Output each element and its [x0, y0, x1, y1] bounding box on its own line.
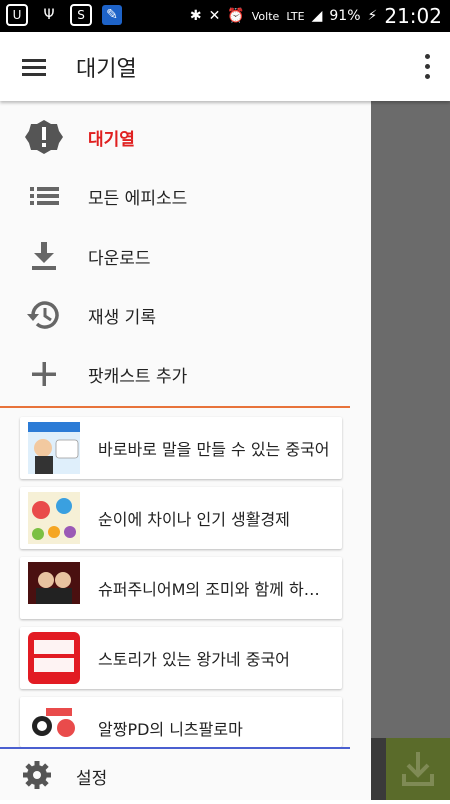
podcast-title: 스토리가 있는 왕가네 중국어 [98, 650, 290, 669]
download-icon [32, 242, 56, 270]
alarm-icon: ⏰ [227, 8, 245, 24]
app-notification-icon: U [6, 4, 28, 26]
nav-item-label: 재생 기록 [88, 308, 156, 328]
section-divider [0, 406, 350, 408]
settings-item[interactable]: 설정 [0, 749, 371, 800]
nav-item-history[interactable]: 재생 기록 [0, 285, 350, 343]
navigation-drawer: 대기열 모든 에피소드 다운로드 재생 기록 팟캐스트 추가 바로바로 말을 만… [0, 101, 371, 800]
tool-notification-icon: ✎ [102, 5, 122, 25]
usb-icon: Ψ [43, 7, 55, 23]
settings-label: 설정 [76, 769, 108, 789]
drawer-scrim[interactable] [371, 101, 450, 800]
nav-item-all-episodes[interactable]: 모든 에피소드 [0, 166, 350, 224]
list-icon [30, 187, 59, 205]
add-icon [32, 362, 56, 386]
mute-icon: ✕ [208, 8, 221, 24]
podcast-title: 순이에 차이나 인기 생활경제 [98, 510, 290, 529]
bluetooth-icon: ✱ [189, 8, 202, 24]
podcast-thumbnail [28, 422, 80, 474]
download-icon [402, 752, 434, 786]
nav-item-queue[interactable]: 대기열 [0, 107, 350, 165]
volte-icon: Volte [251, 9, 280, 23]
status-bar: U Ψ S ✎ ✱ ✕ ⏰ Volte LTE ◢ 91% ⚡ 21:02 [0, 0, 450, 32]
nav-item-add-podcast[interactable]: 팟캐스트 추가 [0, 344, 350, 402]
podcast-card[interactable]: 바로바로 말을 만들 수 있는 중국어 [20, 417, 342, 479]
podcast-thumbnail [28, 632, 80, 684]
page-title: 대기열 [76, 57, 137, 82]
podcast-title: 슈퍼주니어M의 조미와 함께 하는 중국어 [98, 580, 334, 599]
s-notification-icon: S [70, 4, 92, 26]
nav-item-label: 모든 에피소드 [88, 189, 188, 209]
signal-icon: ◢ [311, 8, 323, 24]
podcast-card[interactable]: 순이에 차이나 인기 생활경제 [20, 487, 342, 549]
battery-percent: 91% [329, 8, 361, 24]
history-icon [27, 301, 59, 329]
podcast-card[interactable]: 알짱PD의 니츠팔로마 [20, 697, 342, 747]
notification-icons: U Ψ S ✎ [6, 4, 122, 26]
network-label: LTE [286, 9, 305, 23]
podcast-title: 바로바로 말을 만들 수 있는 중국어 [98, 440, 330, 459]
nav-item-label: 팟캐스트 추가 [88, 367, 188, 387]
podcast-title: 알짱PD의 니츠팔로마 [98, 720, 243, 739]
podcast-thumbnail [28, 702, 80, 747]
podcast-card[interactable]: 스토리가 있는 왕가네 중국어 [20, 627, 342, 689]
battery-charging-icon: ⚡ [367, 8, 378, 24]
nav-item-downloads[interactable]: 다운로드 [0, 226, 350, 284]
overflow-menu-icon[interactable] [420, 50, 434, 84]
nav-item-label: 다운로드 [88, 249, 151, 269]
clock: 21:02 [384, 4, 442, 28]
podcast-thumbnail [28, 492, 80, 544]
menu-icon[interactable] [18, 52, 52, 82]
queue-alert-icon [25, 120, 63, 154]
podcast-thumbnail [28, 562, 80, 614]
app-bar: 대기열 [0, 32, 450, 101]
podcast-card[interactable]: 슈퍼주니어M의 조미와 함께 하는 중국어 [20, 557, 342, 619]
download-action-button[interactable] [386, 738, 450, 800]
nav-item-label: 대기열 [88, 130, 135, 150]
gear-icon [23, 761, 51, 789]
system-status: ✱ ✕ ⏰ Volte LTE ◢ 91% ⚡ 21:02 [190, 4, 442, 28]
